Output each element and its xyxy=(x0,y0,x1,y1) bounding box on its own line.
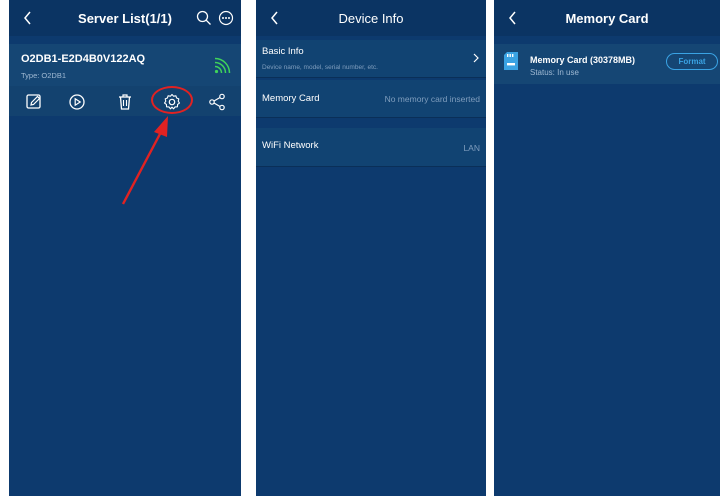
search-button[interactable] xyxy=(195,9,213,27)
wifi-network-row[interactable]: WiFi Network LAN xyxy=(256,128,486,167)
share-button[interactable] xyxy=(207,92,227,112)
format-button[interactable]: Format xyxy=(666,53,718,70)
device-card[interactable]: O2DB1-E2D4B0V122AQ Type: O2DB1 xyxy=(9,44,241,116)
basic-info-row[interactable]: Basic Info Device name, model, serial nu… xyxy=(256,40,486,78)
header-bar: Server List(1/1) xyxy=(9,0,241,36)
header-bar: Device Info xyxy=(256,0,486,36)
back-button[interactable] xyxy=(264,6,286,30)
delete-button[interactable] xyxy=(115,92,135,112)
playback-button[interactable] xyxy=(67,92,87,112)
basic-info-label: Basic Info xyxy=(262,46,304,57)
page-title: Memory Card xyxy=(565,10,649,26)
server-list-screen: Server List(1/1) O2DB1-E2D4B0V122AQ Type… xyxy=(9,0,241,496)
signal-icon xyxy=(213,57,231,75)
chevron-left-icon xyxy=(271,11,278,25)
device-type: Type: O2DB1 xyxy=(21,71,67,80)
wifi-network-label: WiFi Network xyxy=(262,140,319,151)
memory-card-label: Memory Card xyxy=(262,93,320,104)
wifi-network-value: LAN xyxy=(463,143,480,153)
chevron-left-icon xyxy=(509,11,516,25)
memory-card-status: Status: In use xyxy=(530,68,579,77)
settings-highlight-circle xyxy=(151,86,193,114)
header-bar: Memory Card xyxy=(494,0,720,36)
memory-card-name: Memory Card (30378MB) xyxy=(530,55,636,65)
memory-card-row[interactable]: Memory Card No memory card inserted xyxy=(256,80,486,118)
memory-card-item: Memory Card (30378MB) Status: In use For… xyxy=(494,44,720,84)
chevron-left-icon xyxy=(24,11,31,25)
chevron-right-icon xyxy=(473,53,479,63)
edit-button[interactable] xyxy=(24,92,44,112)
page-title: Server List(1/1) xyxy=(78,10,172,26)
more-icon xyxy=(218,10,234,26)
sd-card-icon xyxy=(504,52,518,70)
memory-card-value: No memory card inserted xyxy=(384,94,480,104)
trash-icon xyxy=(119,94,131,110)
back-button[interactable] xyxy=(502,6,524,30)
search-icon xyxy=(196,10,211,25)
memory-card-screen: Memory Card Memory Card (30378MB) Status… xyxy=(494,0,720,496)
annotation-arrow xyxy=(121,116,168,205)
play-icon xyxy=(69,94,85,110)
more-button[interactable] xyxy=(217,9,235,27)
edit-icon xyxy=(26,94,41,109)
page-title: Device Info xyxy=(338,10,404,26)
device-name: O2DB1-E2D4B0V122AQ xyxy=(21,53,146,65)
share-icon xyxy=(209,93,225,111)
back-button[interactable] xyxy=(17,6,39,30)
device-info-screen: Device Info Basic Info Device name, mode… xyxy=(256,0,486,496)
basic-info-sublabel: Device name, model, serial number, etc. xyxy=(262,64,378,71)
